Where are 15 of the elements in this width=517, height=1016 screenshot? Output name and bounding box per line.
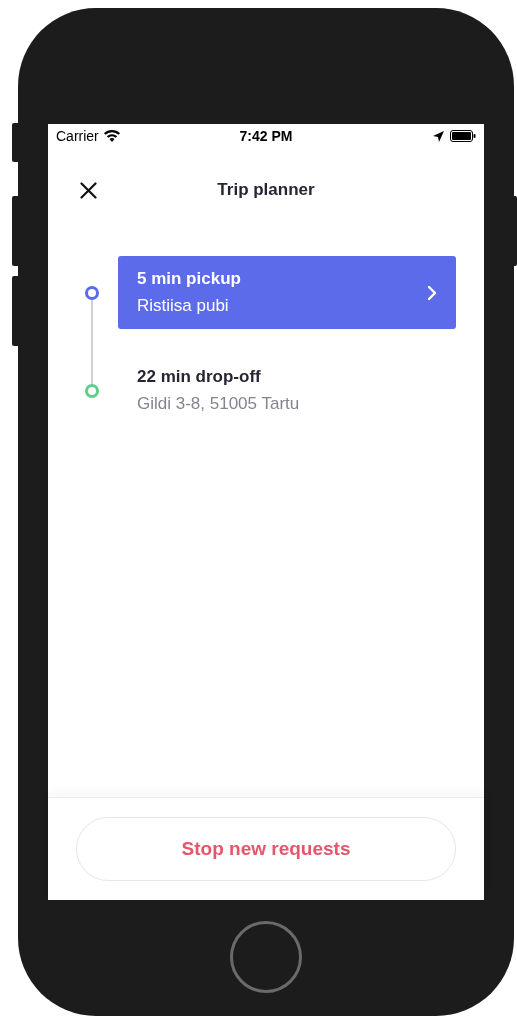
stop-card[interactable]: 5 min pickup Ristiisa pubi: [118, 256, 456, 329]
chevron-right-icon: [427, 284, 437, 301]
stop-title: 5 min pickup: [137, 269, 242, 289]
close-icon[interactable]: [80, 181, 97, 199]
stop-address: Ristiisa pubi: [137, 296, 230, 316]
carrier-name: Carrier: [56, 128, 99, 144]
stop-address: Gildi 3-8, 51005 Tartu: [137, 394, 301, 414]
screen-title: Trip planner: [217, 180, 315, 199]
stop-requests-button[interactable]: Stop new requests: [76, 817, 456, 881]
status-time: 7:42 PM: [239, 128, 293, 144]
stop-title: 22 min drop-off: [137, 367, 262, 387]
location-arrow-icon: [433, 130, 444, 142]
stop-item[interactable]: 22 min drop-off Gildi 3-8, 51005 Tartu: [118, 354, 456, 427]
battery-icon: [450, 130, 476, 142]
wifi-icon: [103, 130, 120, 142]
